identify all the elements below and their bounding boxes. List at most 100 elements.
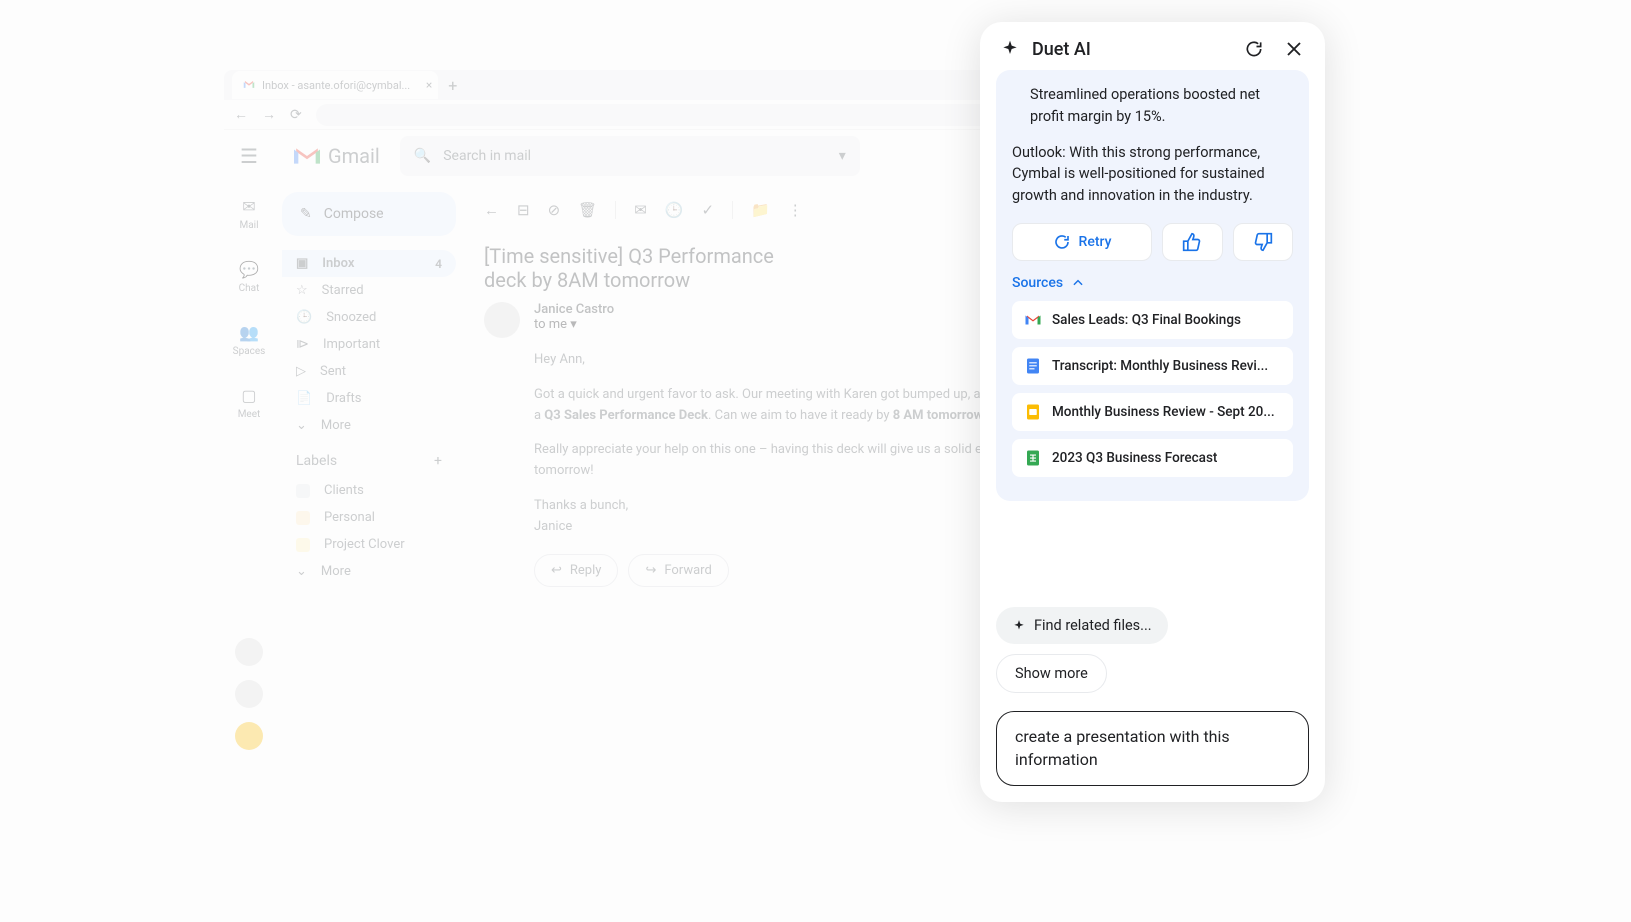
- nav-refresh-icon[interactable]: ⟳: [290, 107, 302, 123]
- tab-title: Inbox - asante.ofori@cymbal...: [262, 79, 410, 92]
- suggestion-area: Find related files... Show more: [980, 601, 1325, 703]
- sender-name: Janice Castro: [534, 302, 614, 317]
- archive-icon[interactable]: ⊟: [517, 201, 530, 219]
- close-button[interactable]: [1283, 38, 1305, 60]
- duet-ai-panel: Duet AI Streamlined operations boosted n…: [980, 22, 1325, 802]
- hamburger-icon[interactable]: ☰: [240, 144, 258, 168]
- feedback-row: Retry: [1012, 223, 1293, 261]
- folder-inbox[interactable]: ▣ Inbox 4: [282, 250, 456, 277]
- source-item-sheets[interactable]: 2023 Q3 Business Forecast: [1012, 439, 1293, 477]
- forward-icon: ↪: [645, 563, 656, 578]
- thumbs-up-button[interactable]: [1162, 223, 1223, 261]
- folder-drafts[interactable]: 📄 Drafts: [282, 385, 456, 412]
- rail-item-chat[interactable]: 💬 Chat: [239, 259, 260, 294]
- nav-forward-icon[interactable]: →: [262, 106, 276, 123]
- mark-unread-icon[interactable]: ✉: [634, 201, 647, 219]
- prompt-input[interactable]: create a presentation with this informat…: [996, 711, 1309, 786]
- recipient-line[interactable]: to me ▾: [534, 317, 614, 332]
- snooze-icon[interactable]: 🕒: [665, 201, 684, 219]
- rail-label: Meet: [238, 409, 261, 420]
- label-more[interactable]: ⌄ More: [282, 558, 456, 585]
- sparkle-icon: [1000, 39, 1020, 59]
- forward-button[interactable]: ↪ Forward: [628, 554, 728, 587]
- reply-button[interactable]: ↩ Reply: [534, 554, 618, 587]
- label-project-clover[interactable]: Project Clover: [282, 531, 456, 558]
- source-item-docs[interactable]: Transcript: Monthly Business Revi...: [1012, 347, 1293, 385]
- search-options-icon[interactable]: ▾: [839, 148, 846, 164]
- label-swatch: [296, 511, 310, 525]
- show-more-button[interactable]: Show more: [996, 654, 1107, 693]
- chat-icon: 💬: [239, 259, 259, 279]
- important-icon: ⧐: [296, 337, 309, 352]
- forward-label: Forward: [664, 563, 711, 578]
- refresh-icon: [1244, 39, 1264, 59]
- duet-header: Duet AI: [980, 22, 1325, 70]
- folder-label: Starred: [322, 283, 364, 298]
- thumbs-down-button[interactable]: [1233, 223, 1294, 261]
- delete-icon[interactable]: 🗑: [578, 201, 597, 219]
- gmail-sidebar: ✎ Compose ▣ Inbox 4 ☆ Starred 🕒 Snooz: [274, 182, 464, 770]
- chevron-up-icon: [1071, 276, 1085, 290]
- user-avatar[interactable]: [235, 722, 263, 750]
- retry-icon: [1053, 233, 1071, 251]
- nav-back-icon[interactable]: ←: [234, 106, 248, 123]
- spaces-icon: 👥: [239, 322, 259, 342]
- folder-label: Sent: [320, 364, 346, 379]
- back-icon[interactable]: ←: [484, 201, 499, 219]
- retry-button[interactable]: Retry: [1012, 223, 1152, 261]
- labels-title: Labels: [296, 453, 337, 469]
- label-personal[interactable]: Personal: [282, 504, 456, 531]
- compose-label: Compose: [324, 206, 384, 222]
- docs-icon: [1024, 357, 1042, 375]
- drafts-icon: 📄: [296, 391, 312, 406]
- meet-icon: ▢: [239, 385, 259, 405]
- search-input[interactable]: 🔍 Search in mail ▾: [400, 136, 860, 176]
- ai-response-p2: Outlook: With this strong performance, C…: [1012, 142, 1293, 207]
- folder-label: Snoozed: [326, 310, 376, 325]
- new-tab-button[interactable]: +: [448, 76, 457, 95]
- source-item-gmail[interactable]: Sales Leads: Q3 Final Bookings: [1012, 301, 1293, 339]
- rail-item-spaces[interactable]: 👥 Spaces: [233, 322, 266, 357]
- folder-important[interactable]: ⧐ Important: [282, 331, 456, 358]
- folder-more[interactable]: ⌄ More: [282, 412, 456, 439]
- folder-label: More: [321, 418, 351, 433]
- compose-button[interactable]: ✎ Compose: [282, 192, 456, 236]
- suggestion-chip-find-files[interactable]: Find related files...: [996, 607, 1168, 644]
- rail-label: Spaces: [233, 346, 266, 357]
- move-icon[interactable]: 📁: [751, 201, 770, 219]
- slides-icon: [1024, 403, 1042, 421]
- source-label: 2023 Q3 Business Forecast: [1052, 450, 1217, 466]
- duet-content[interactable]: Streamlined operations boosted net profi…: [980, 70, 1325, 601]
- search-placeholder: Search in mail: [443, 148, 531, 164]
- source-item-slides[interactable]: Monthly Business Review - Sept 20...: [1012, 393, 1293, 431]
- label-clients[interactable]: Clients: [282, 477, 456, 504]
- sources-label: Sources: [1012, 275, 1063, 291]
- search-icon: 🔍: [414, 148, 431, 164]
- refresh-button[interactable]: [1243, 38, 1265, 60]
- user-avatar[interactable]: [235, 638, 263, 666]
- spam-icon[interactable]: ⊘: [548, 201, 561, 219]
- tab-close-icon[interactable]: ×: [426, 78, 432, 92]
- label-text: Project Clover: [324, 537, 405, 552]
- email-subject-text: [Time sensitive] Q3 Performance deck by …: [484, 244, 804, 292]
- ai-response-text: Streamlined operations boosted net profi…: [1012, 84, 1293, 207]
- retry-label: Retry: [1079, 234, 1112, 250]
- sources-toggle[interactable]: Sources: [1012, 275, 1293, 291]
- folder-label: Important: [323, 337, 380, 352]
- close-icon: [1285, 40, 1303, 58]
- gmail-logo[interactable]: Gmail: [294, 144, 380, 168]
- folder-starred[interactable]: ☆ Starred: [282, 277, 456, 304]
- browser-tab[interactable]: Inbox - asante.ofori@cymbal... ×: [232, 71, 438, 99]
- sender-avatar[interactable]: [484, 302, 520, 338]
- task-icon[interactable]: ✓: [701, 201, 714, 219]
- folder-label: Inbox: [322, 256, 354, 271]
- more-icon[interactable]: ⋮: [788, 201, 803, 219]
- rail-item-mail[interactable]: ✉ Mail: [239, 196, 259, 231]
- rail-item-meet[interactable]: ▢ Meet: [238, 385, 261, 420]
- user-avatar[interactable]: [235, 680, 263, 708]
- inbox-icon: ▣: [296, 256, 308, 271]
- add-label-icon[interactable]: +: [434, 453, 442, 469]
- folder-snoozed[interactable]: 🕒 Snoozed: [282, 304, 456, 331]
- source-label: Transcript: Monthly Business Revi...: [1052, 358, 1268, 374]
- folder-sent[interactable]: ▷ Sent: [282, 358, 456, 385]
